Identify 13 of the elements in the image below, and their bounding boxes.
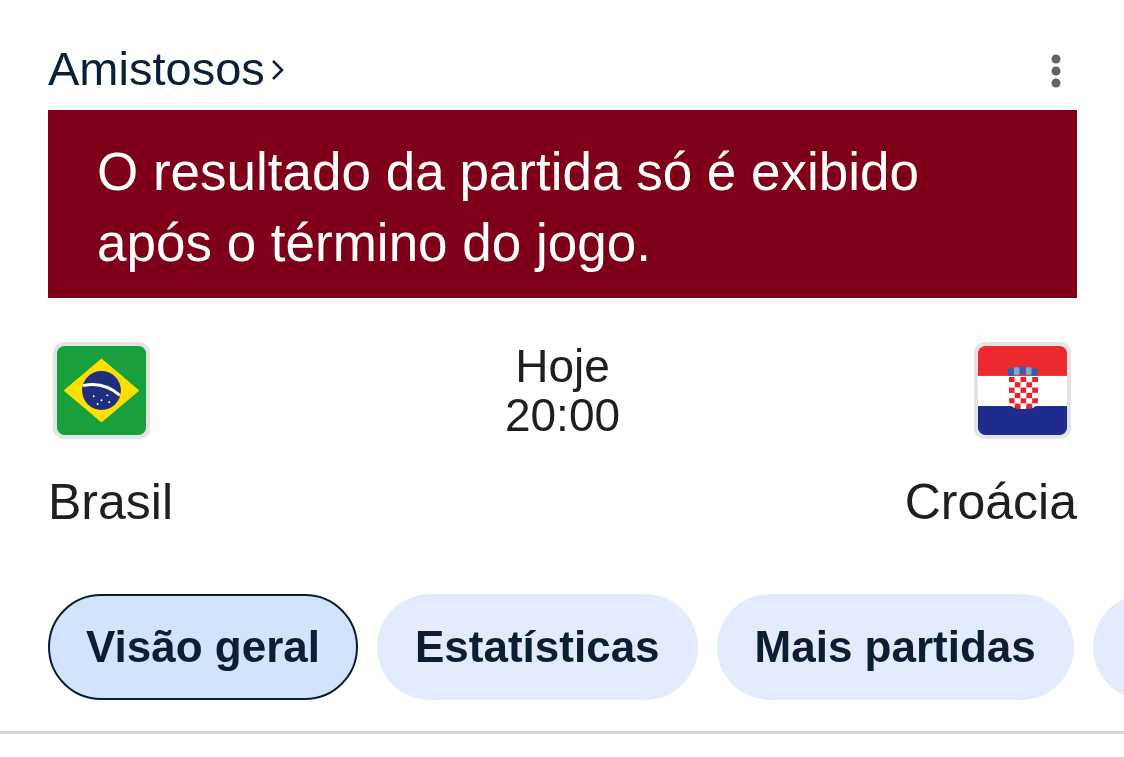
croatia-flag-icon [974, 342, 1071, 439]
match-time: 20:00 [504, 391, 621, 440]
tab-chip[interactable]: Visão geral [48, 594, 358, 700]
team-name: Brasil [48, 473, 174, 532]
competition-link[interactable]: Amistosos [48, 44, 284, 92]
brazil-flag-icon [53, 342, 150, 439]
team-name: Croácia [904, 473, 1077, 532]
tab-chip[interactable]: Estatísticas [377, 594, 698, 700]
tab-chip[interactable]: Mais partidas [716, 594, 1074, 700]
chevron-right-icon [270, 59, 284, 81]
more-options-icon[interactable] [1051, 54, 1061, 88]
match-day: Hoje [515, 342, 610, 391]
notice-banner: O resultado da partida só é exibido após o término do jogo. [48, 110, 1077, 298]
